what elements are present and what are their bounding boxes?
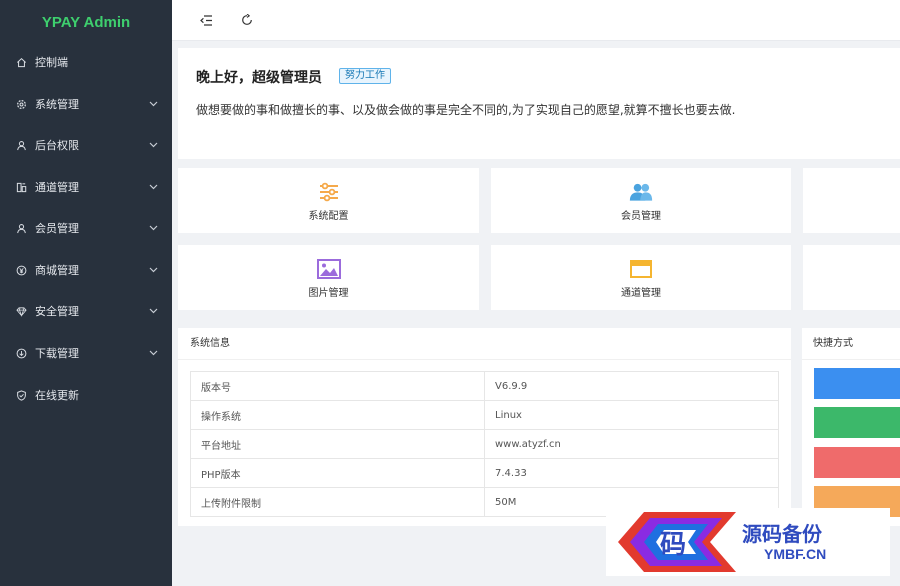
card-placeholder[interactable] [803, 245, 900, 310]
users-icon [629, 180, 653, 204]
card-image-management[interactable]: 图片管理 [178, 245, 479, 310]
chevron-down-icon [148, 223, 158, 233]
info-value: 7.4.33 [484, 458, 779, 488]
shortcut-button[interactable] [814, 407, 900, 438]
status-badge: 努力工作 [339, 68, 391, 84]
table-row: 版本号 V6.9.9 [190, 371, 779, 401]
watermark: 码 源码备份 YMBF.CN [606, 508, 890, 576]
card-system-config[interactable]: 系统配置 [178, 168, 479, 233]
shield-icon [15, 389, 27, 401]
user-icon [15, 139, 27, 151]
shortcut-button[interactable] [814, 368, 900, 399]
card-placeholder[interactable] [803, 168, 900, 233]
info-key: 操作系统 [190, 400, 485, 430]
sidebar-item-dashboard[interactable]: 控制端 [0, 47, 172, 77]
image-icon [316, 257, 341, 281]
sidebar-item-admin-permissions[interactable]: 后台权限 [0, 130, 172, 160]
sidebar-item-label: 安全管理 [35, 305, 79, 318]
table-row: 操作系统 Linux [190, 400, 779, 430]
greeting-title: 晚上好，超级管理员 [196, 70, 322, 86]
info-value: V6.9.9 [484, 371, 779, 401]
channel-icon [15, 181, 27, 193]
sidebar-item-label: 后台权限 [35, 139, 79, 152]
info-key: PHP版本 [190, 458, 485, 488]
sidebar-item-channels[interactable]: 通道管理 [0, 172, 172, 202]
shortcut-button[interactable] [814, 447, 900, 478]
sidebar-item-online-update[interactable]: 在线更新 [0, 380, 172, 410]
window-icon [629, 257, 653, 281]
sidebar-item-shop[interactable]: 商城管理 [0, 255, 172, 285]
info-value: www.atyzf.cn [484, 429, 779, 459]
user-icon [15, 222, 27, 234]
shortcuts-panel: 快捷方式 [802, 328, 900, 526]
card-member-management[interactable]: 会员管理 [491, 168, 791, 233]
card-label: 图片管理 [308, 287, 349, 299]
info-value: Linux [484, 400, 779, 430]
chevron-down-icon [148, 140, 158, 150]
card-label: 系统配置 [308, 210, 349, 222]
sidebar-item-label: 控制端 [35, 56, 68, 69]
menu-fold-icon[interactable] [196, 10, 216, 30]
sliders-icon [317, 180, 341, 204]
chevron-down-icon [148, 99, 158, 109]
sidebar-item-label: 下载管理 [35, 347, 79, 360]
watermark-subtitle: YMBF.CN [764, 546, 827, 562]
info-key: 上传附件限制 [190, 487, 485, 517]
system-info-title: 系统信息 [178, 328, 791, 360]
sidebar-item-label: 通道管理 [35, 181, 79, 194]
top-header [172, 0, 900, 41]
refresh-icon[interactable] [237, 10, 257, 30]
card-label: 会员管理 [621, 210, 661, 222]
table-row: PHP版本 7.4.33 [190, 458, 779, 488]
shortcuts-title: 快捷方式 [802, 328, 900, 360]
system-info-table: 版本号 V6.9.9 操作系统 Linux 平台地址 www.atyzf.cn … [190, 371, 779, 517]
sidebar-item-label: 商城管理 [35, 264, 79, 277]
yen-icon [15, 264, 27, 276]
motto-text: 做想要做的事和做擅长的事、以及做会做的事是完全不同的,为了实现自己的愿望,就算不… [196, 103, 736, 117]
sidebar-item-security[interactable]: 安全管理 [0, 296, 172, 326]
watermark-title: 源码备份 [742, 522, 822, 546]
sidebar-item-label: 会员管理 [35, 222, 79, 235]
sidebar-item-members[interactable]: 会员管理 [0, 213, 172, 243]
watermark-char: 码 [660, 530, 687, 560]
info-key: 平台地址 [190, 429, 485, 459]
app-logo: YPAY Admin [41, 13, 131, 31]
sidebar: YPAY Admin 控制端 系统管理 后台权限 通道管理 会员管理 商城管理 … [0, 0, 172, 586]
chevron-down-icon [148, 265, 158, 275]
chevron-down-icon [148, 348, 158, 358]
welcome-panel: 晚上好，超级管理员 努力工作 做想要做的事和做擅长的事、以及做会做的事是完全不同… [178, 48, 900, 159]
info-key: 版本号 [190, 371, 485, 401]
system-info-panel: 系统信息 版本号 V6.9.9 操作系统 Linux 平台地址 www.atyz… [178, 328, 791, 526]
download-icon [15, 347, 27, 359]
sidebar-item-downloads[interactable]: 下载管理 [0, 338, 172, 368]
home-icon [15, 56, 27, 68]
chevron-down-icon [148, 182, 158, 192]
card-channel-management[interactable]: 通道管理 [491, 245, 791, 310]
sidebar-item-label: 系统管理 [35, 98, 79, 111]
diamond-icon [15, 305, 27, 317]
gear-icon [15, 98, 27, 110]
chevron-down-icon [148, 306, 158, 316]
table-row: 平台地址 www.atyzf.cn [190, 429, 779, 459]
sidebar-item-label: 在线更新 [35, 389, 79, 402]
sidebar-item-system[interactable]: 系统管理 [0, 89, 172, 119]
card-label: 通道管理 [621, 287, 661, 299]
